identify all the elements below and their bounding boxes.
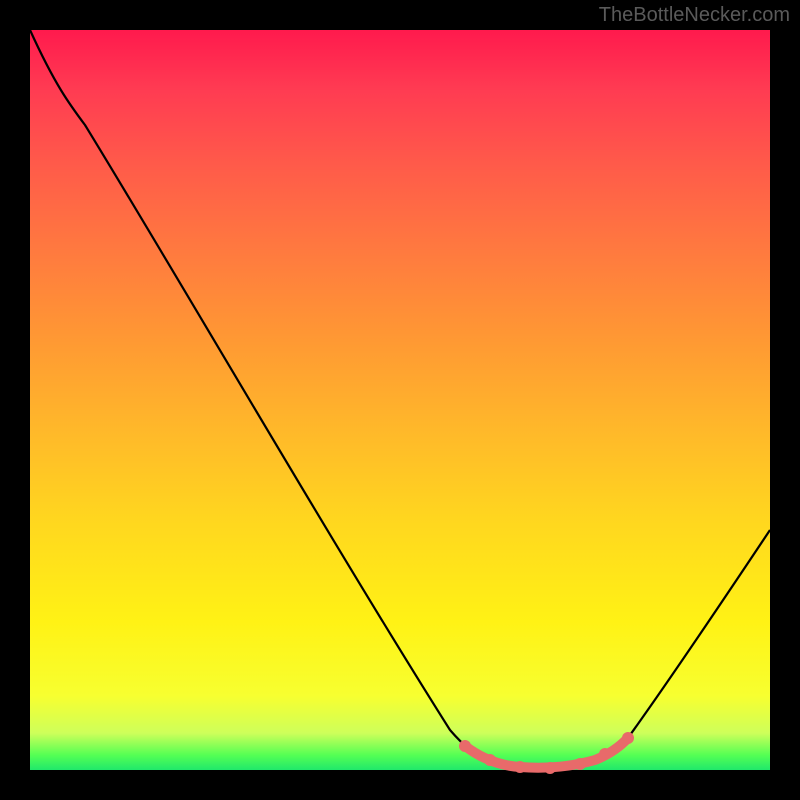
chart-container: TheBottleNecker.com: [0, 0, 800, 800]
marker-dot: [484, 754, 496, 766]
marker-dot-left: [459, 740, 471, 752]
plot-area: [30, 30, 770, 770]
marker-dot-right: [622, 732, 634, 744]
marker-dot: [599, 748, 611, 760]
marker-dot: [544, 762, 556, 774]
marker-dot: [574, 758, 586, 770]
marker-dot: [514, 761, 526, 773]
bottleneck-curve: [30, 30, 770, 770]
watermark: TheBottleNecker.com: [599, 4, 790, 27]
curve-line: [30, 30, 770, 768]
